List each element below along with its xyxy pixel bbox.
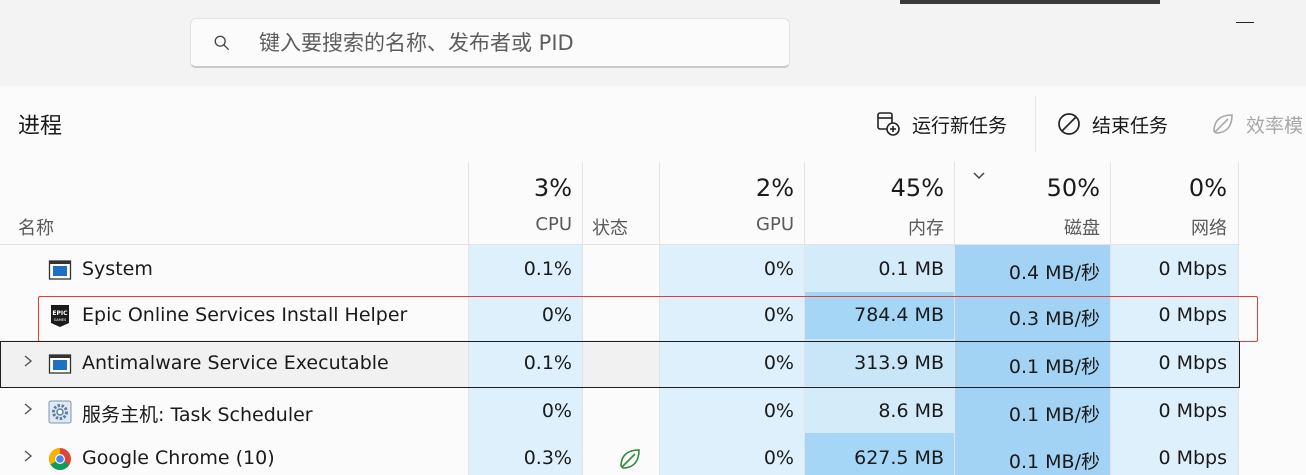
efficiency-mode-button[interactable]: 效率模 [1210, 102, 1303, 146]
process-name: 服务主机: Task Scheduler [82, 404, 313, 426]
leaf-icon [1213, 114, 1233, 134]
column-header-cpu[interactable]: CPU [470, 214, 572, 235]
memory-value: 0.1 MB [878, 258, 944, 280]
network-header-percent[interactable]: 0% [1111, 174, 1227, 202]
network-value: 0 Mbps [1158, 258, 1227, 280]
process-name: Google Chrome (10) [82, 447, 275, 469]
cpu-value: 0% [541, 400, 572, 422]
search-icon [214, 35, 229, 50]
end-task-button[interactable]: 结束任务 [1056, 102, 1168, 146]
column-header-memory[interactable]: 内存 [805, 214, 944, 240]
titlebar-accent [900, 0, 1160, 4]
column-header-disk[interactable]: 磁盘 [955, 214, 1100, 240]
highlight-outline [38, 296, 1258, 342]
chevron-right-icon[interactable] [22, 402, 34, 416]
column-header-status[interactable]: 状态 [592, 214, 628, 240]
disk-value: 0.1 MB/秒 [1008, 451, 1100, 473]
run-task-icon [877, 112, 900, 136]
network-value: 0 Mbps [1158, 400, 1227, 422]
gear-icon [48, 400, 72, 424]
processes-panel: 进程 运行新任务 结束任务 效率模 名称 3% CPU 状态 2% GPU 45… [0, 86, 1306, 475]
memory-value: 8.6 MB [878, 400, 944, 422]
column-header-name[interactable]: 名称 [18, 214, 54, 240]
chevron-right-icon[interactable] [22, 449, 34, 463]
cpu-value: 0.3% [523, 447, 572, 469]
command-separator [1035, 96, 1036, 152]
efficiency-mode-label: 效率模 [1246, 114, 1304, 137]
leaf-icon [620, 449, 640, 469]
search-input[interactable] [259, 27, 769, 59]
process-name: System [82, 258, 153, 280]
column-header-network[interactable]: 网络 [1111, 214, 1227, 240]
disk-header-percent[interactable]: 50% [955, 174, 1100, 202]
run-new-task-button[interactable]: 运行新任务 [876, 102, 1007, 146]
end-task-icon [1058, 113, 1080, 135]
column-header-gpu[interactable]: GPU [660, 214, 794, 235]
gpu-value: 0% [763, 258, 794, 280]
header-separator [0, 244, 1240, 245]
run-new-task-label: 运行新任务 [912, 114, 1008, 137]
gpu-value: 0% [763, 400, 794, 422]
network-value: 0 Mbps [1158, 447, 1227, 469]
end-task-label: 结束任务 [1092, 114, 1169, 137]
cpu-header-percent[interactable]: 3% [470, 174, 572, 202]
search-box[interactable] [190, 18, 790, 68]
page-title: 进程 [18, 114, 63, 139]
memory-header-percent[interactable]: 45% [805, 174, 944, 202]
minimize-icon[interactable] [1236, 22, 1254, 23]
chrome-icon [49, 448, 71, 470]
disk-value: 0.4 MB/秒 [1008, 262, 1100, 284]
disk-value: 0.1 MB/秒 [1008, 404, 1100, 426]
row-focus-outline [0, 341, 1240, 388]
system-window-icon [48, 260, 72, 280]
cpu-value: 0.1% [523, 258, 572, 280]
memory-value: 627.5 MB [854, 447, 944, 469]
gpu-value: 0% [763, 447, 794, 469]
gpu-header-percent[interactable]: 2% [660, 174, 794, 202]
